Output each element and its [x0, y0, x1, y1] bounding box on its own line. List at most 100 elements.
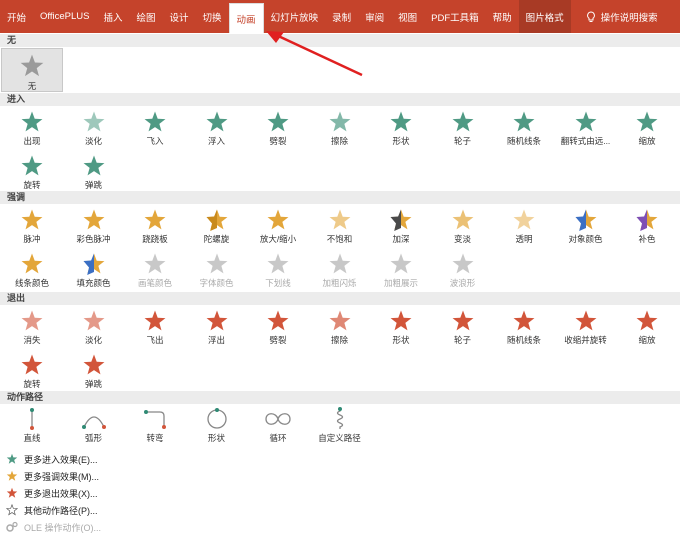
path-arc-icon [81, 416, 106, 429]
more-effects-link[interactable]: 其他动作路径(P)... [6, 502, 98, 518]
entrance-effect-item[interactable]: 出现 [1, 106, 63, 150]
entrance-effect-item[interactable]: 形状 [370, 106, 432, 150]
star-grow-shrink-icon [267, 209, 289, 230]
more-effects-link[interactable]: 更多退出效果(X)... [6, 485, 98, 501]
exit-effect-item[interactable]: 浮出 [186, 305, 248, 349]
more-effects-link: OLE 操作动作(O)... [6, 519, 101, 535]
entrance-effect-item[interactable]: 轮子 [432, 106, 494, 150]
effect-label: 弹跳 [84, 379, 102, 389]
exit-effect-item[interactable]: 缩放 [616, 305, 678, 349]
effect-label: 缩放 [638, 136, 656, 146]
emphasis-effect-item[interactable]: 彩色脉冲 [63, 204, 125, 248]
emphasis-effect-item[interactable]: 脉冲 [1, 204, 63, 248]
paths-effect-item[interactable]: 形状 [186, 403, 248, 447]
tab-4[interactable]: 设计 [163, 0, 196, 33]
effect-label: 旋转 [23, 180, 41, 190]
paths-effect-item[interactable]: 弧形 [63, 403, 125, 447]
star-random-bars-icon [513, 111, 535, 132]
emphasis-effect-item: 字体颜色 [186, 248, 248, 292]
effect-label: 加粗闪烁 [322, 278, 357, 288]
star-spin-icon [206, 209, 227, 231]
exit-effect-item[interactable]: 收缩并旋转 [555, 305, 617, 349]
tab-0[interactable]: 开始 [0, 0, 33, 33]
effect-label: 弧形 [84, 433, 102, 443]
exit-effect-item[interactable]: 飞出 [124, 305, 186, 349]
star-brush-color-icon [144, 253, 166, 274]
entrance-effect-item[interactable]: 淡化 [63, 106, 125, 150]
tab-5[interactable]: 切换 [196, 0, 229, 33]
emphasis-effect-item[interactable]: 放大/缩小 [247, 204, 309, 248]
more-effects-link[interactable]: 更多进入效果(E)... [6, 451, 98, 467]
tab-10[interactable]: 视图 [391, 0, 424, 33]
exit-effect-item[interactable]: 弹跳 [63, 349, 125, 393]
effect-label: 跷跷板 [142, 234, 168, 244]
entrance-effect-item[interactable]: 弹跳 [63, 150, 125, 194]
emphasis-effect-item[interactable]: 跷跷板 [124, 204, 186, 248]
emphasis-effect-item[interactable]: 不饱和 [309, 204, 371, 248]
effect-label: 擦除 [330, 335, 348, 345]
emphasis-effect-item: 画笔颜色 [124, 248, 186, 292]
tab-1[interactable]: OfficePLUS [33, 0, 96, 33]
entrance-effect-item[interactable]: 飞入 [124, 106, 186, 150]
star-wipe-out-icon [329, 310, 350, 331]
entrance-effect-item[interactable]: 旋转 [1, 150, 63, 194]
tab-6[interactable]: 动画 [228, 3, 264, 33]
star-shrink-turn-icon [575, 310, 596, 331]
entrance-effect-item[interactable]: 翻转式由远... [555, 106, 617, 150]
tab-3[interactable]: 绘图 [130, 0, 163, 33]
section-header-emphasis: 强调 [0, 191, 680, 204]
exit-effect-item[interactable]: 消失 [1, 305, 63, 349]
emphasis-effect-item: 下划线 [247, 248, 309, 292]
star-bold-flash-icon [329, 253, 350, 274]
effect-label: 加粗展示 [383, 278, 418, 288]
paths-effect-item[interactable]: 直线 [1, 403, 63, 447]
emphasis-effect-item[interactable]: 填充颜色 [63, 248, 125, 292]
effect-label: 透明 [515, 234, 533, 244]
star-fade-icon [83, 111, 104, 132]
emphasis-effect-item[interactable]: 透明 [493, 204, 555, 248]
exit-effect-item[interactable]: 形状 [370, 305, 432, 349]
effect-label: 对象颜色 [568, 234, 603, 244]
entrance-effect-item[interactable]: 浮入 [186, 106, 248, 150]
tab-13[interactable]: 图片格式 [518, 0, 571, 33]
tab-12[interactable]: 帮助 [486, 0, 519, 33]
entrance-effect-item[interactable]: 随机线条 [493, 106, 555, 150]
effect-label: 循环 [269, 433, 287, 443]
none-effect-item[interactable]: 无 [1, 48, 63, 92]
emphasis-effect-item[interactable]: 陀螺旋 [186, 204, 248, 248]
paths-effect-item[interactable]: 循环 [247, 403, 309, 447]
star-appear-icon [21, 111, 43, 132]
star-shape-out-icon [390, 310, 412, 331]
more-effects-label: OLE 操作动作(O)... [24, 522, 102, 533]
effect-label: 形状 [392, 136, 410, 146]
tell-me-search[interactable]: 操作说明搜索 [579, 0, 665, 33]
star-zoom-icon [636, 111, 658, 132]
entrance-effect-item[interactable]: 擦除 [309, 106, 371, 150]
star-font-color-icon [206, 253, 227, 274]
effect-label: 弹跳 [84, 180, 102, 190]
paths-effect-item[interactable]: 转弯 [124, 403, 186, 447]
exit-effect-item[interactable]: 旋转 [1, 349, 63, 393]
entrance-effect-item[interactable]: 缩放 [616, 106, 678, 150]
tab-2[interactable]: 插入 [96, 0, 129, 33]
emphasis-effect-item[interactable]: 变淡 [432, 204, 494, 248]
tab-11[interactable]: PDF工具箱 [424, 0, 486, 33]
entrance-effect-item[interactable]: 劈裂 [247, 106, 309, 150]
effect-label: 淡化 [84, 136, 102, 146]
paths-effect-item[interactable]: 自定义路径 [309, 403, 371, 447]
emphasis-effect-item[interactable]: 对象颜色 [555, 204, 617, 248]
effect-label: 线条颜色 [14, 278, 49, 288]
more-effects-link[interactable]: 更多强调效果(M)... [6, 468, 99, 484]
exit-effect-item[interactable]: 淡化 [63, 305, 125, 349]
exit-effect-item[interactable]: 轮子 [432, 305, 494, 349]
emphasis-effect-item[interactable]: 线条颜色 [1, 248, 63, 292]
exit-effect-item[interactable]: 擦除 [309, 305, 371, 349]
more-effects-label: 更多退出效果(X)... [24, 488, 98, 499]
tell-me-label: 操作说明搜索 [600, 12, 658, 24]
emphasis-effect-item[interactable]: 加深 [370, 204, 432, 248]
exit-effect-item[interactable]: 随机线条 [493, 305, 555, 349]
exit-effect-item[interactable]: 劈裂 [247, 305, 309, 349]
effect-label: 随机线条 [506, 136, 541, 146]
emphasis-effect-item[interactable]: 补色 [616, 204, 678, 248]
effect-label: 加深 [392, 234, 410, 244]
